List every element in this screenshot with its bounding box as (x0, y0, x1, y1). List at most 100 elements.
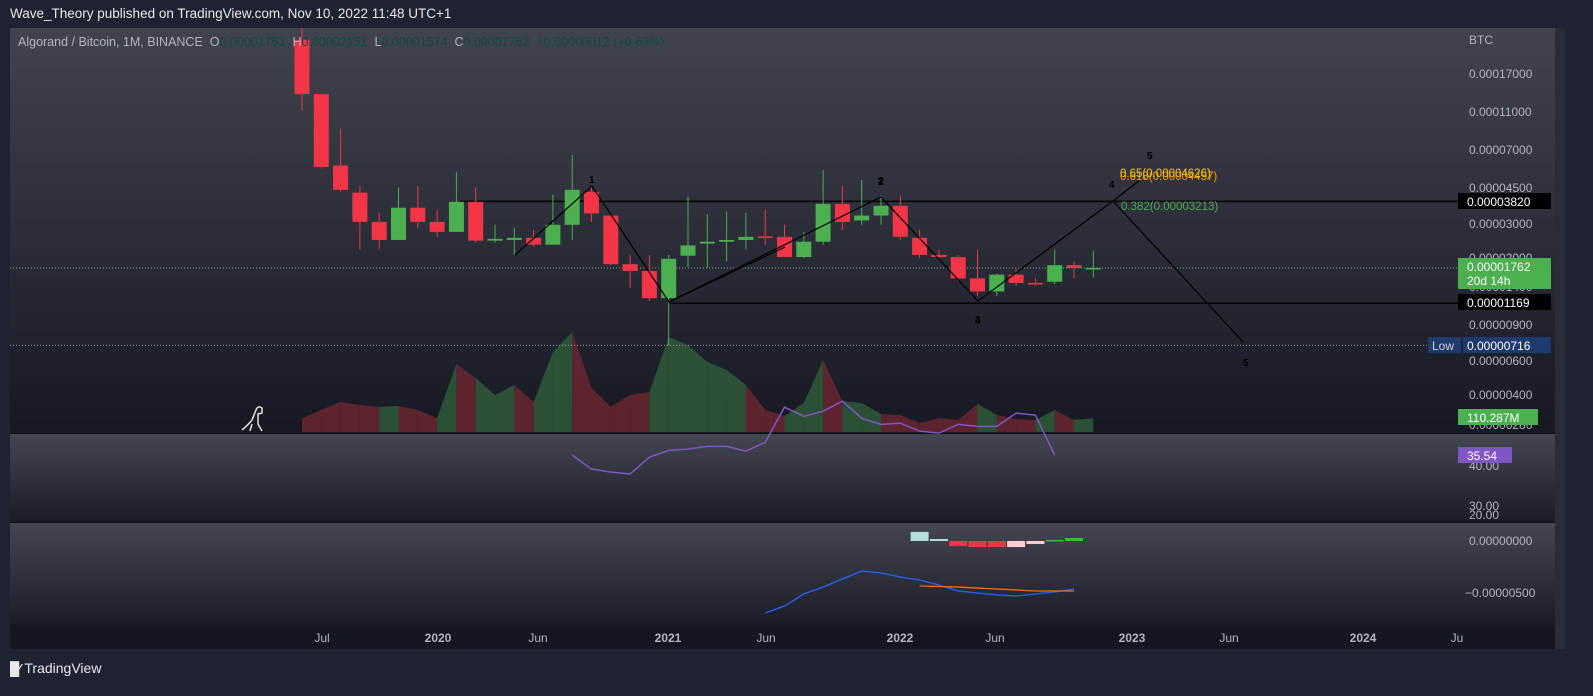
candle-body (796, 241, 812, 258)
candle-body (680, 245, 696, 256)
macd-histogram-bar (910, 531, 929, 541)
time-axis-tick: Jun (985, 631, 1004, 645)
volume-area-segment (630, 392, 650, 432)
candle-body (854, 215, 870, 221)
time-axis-tick: 2021 (655, 631, 682, 645)
macd-histogram-bar (1045, 539, 1064, 542)
time-axis-tick: 2023 (1119, 631, 1146, 645)
candle-body (429, 221, 445, 232)
candle (950, 254, 966, 282)
candle-body (313, 94, 329, 167)
wave-label: 5 (1147, 151, 1153, 162)
wave-label: 5 (1243, 358, 1249, 369)
macd-histogram-bar (987, 541, 1006, 548)
wave-label: 4 (1109, 180, 1115, 191)
low-label: Low (1432, 339, 1454, 353)
price-axis-tick: 0.00017000 (1469, 67, 1533, 81)
rsi-pane (10, 434, 1555, 522)
candle (313, 94, 329, 169)
brand-name: TradingView (24, 660, 102, 676)
close-value: 0.00001762 (463, 35, 530, 49)
price-axis-tick: 0.00011000 (1469, 105, 1532, 119)
change-value: +0.00000012 (+0.69%) (536, 35, 665, 49)
time-axis-tick: 2020 (425, 631, 452, 645)
price-axis-tick: 0.00003000 (1469, 217, 1533, 231)
main-pane (10, 28, 1555, 433)
candle-body (699, 241, 715, 244)
volume-area-segment (398, 406, 418, 432)
scrollbar[interactable] (1555, 28, 1565, 649)
volume-area-segment (379, 406, 399, 432)
price-axis-tick: 0.00007000 (1469, 143, 1533, 157)
time-axis[interactable] (10, 625, 1555, 649)
symbol-legend[interactable]: Algorand / Bitcoin, 1M, BINANCE O0.00001… (18, 35, 664, 49)
candle-body (333, 165, 349, 190)
open-value: 0.00001751 (219, 35, 286, 49)
candle-body (970, 278, 985, 292)
symbol-title: Algorand / Bitcoin, 1M, BINANCE (18, 35, 203, 49)
candle-body (1066, 265, 1082, 269)
volume-area-segment (1074, 418, 1094, 432)
macd-histogram-bar (1065, 537, 1083, 541)
candle-body (641, 271, 657, 299)
resistance-price: 0.00003820 (1467, 195, 1531, 209)
price-axis-tick: 0.00000400 (1469, 388, 1533, 402)
candle-body (468, 201, 484, 241)
tradingview-brand[interactable]: █⁄ TradingView (10, 660, 101, 676)
high-value: 0.00002151 (301, 35, 368, 49)
candle-body (950, 257, 966, 279)
candle-body (584, 191, 599, 214)
time-axis-tick: Ju (1451, 631, 1464, 645)
candle-body (1008, 274, 1024, 283)
candle-body (912, 237, 928, 255)
fib-0382-label: 0.382(0.00003213) (1121, 201, 1218, 213)
candle-body (873, 205, 889, 216)
candle-body (757, 236, 773, 238)
candle-body (545, 224, 561, 245)
price-axis-tick: 0.00004500 (1469, 181, 1533, 195)
candle-body (410, 207, 426, 222)
macd-histogram-bar (968, 541, 987, 548)
time-axis-tick: Jun (528, 631, 547, 645)
volume-area-segment (668, 337, 688, 432)
close-label: C (454, 35, 464, 49)
volume-area-segment (340, 402, 360, 432)
time-axis-tick: 2024 (1350, 631, 1377, 645)
time-axis-tick: Jul (314, 631, 329, 645)
candle-body (622, 264, 638, 272)
candle-body (352, 192, 368, 222)
macd-histogram-bar (949, 541, 968, 546)
price-axis-tick: 0.00000600 (1469, 354, 1533, 368)
candle-body (661, 258, 677, 299)
candle-body (371, 221, 387, 240)
chart-canvas[interactable]: 1 2 2 3 4 4 5 5 0.618(0.00004457) 0.65(0… (0, 0, 1593, 696)
time-axis-tick: Jun (1219, 631, 1238, 645)
macd-pane (10, 523, 1555, 625)
wave-label: 2 (878, 177, 884, 188)
candle-body (1027, 282, 1043, 285)
low-value: 0.00001574 (381, 35, 448, 49)
macd-histogram-bar (1026, 541, 1045, 545)
macd-tick: −0.00000500 (1465, 586, 1536, 600)
volume-area-segment (359, 405, 380, 432)
candle-body (892, 205, 908, 237)
wave-label: 4 (975, 316, 981, 327)
price-axis-unit: BTC (1469, 33, 1493, 47)
current-price: 0.00001762 (1467, 260, 1531, 274)
candle-body (738, 236, 754, 240)
volume-value: 110.287M (1467, 411, 1519, 425)
tradingview-logo-icon: █⁄ (10, 660, 20, 676)
publish-info: Wave_Theory published on TradingView.com… (10, 6, 452, 21)
macd-histogram-bar (929, 539, 948, 541)
bar-countdown: 20d 14h (1467, 274, 1510, 288)
volume-area-segment (707, 362, 727, 432)
candle-body (1047, 265, 1063, 282)
candle-body (1085, 267, 1101, 270)
candle-body (719, 239, 735, 242)
candle-body (506, 237, 522, 240)
rsi-value: 35.54 (1467, 449, 1497, 463)
time-axis-tick: Jun (756, 631, 775, 645)
candle-body (448, 201, 464, 232)
candle-body (487, 238, 503, 241)
candle-body (391, 207, 406, 240)
